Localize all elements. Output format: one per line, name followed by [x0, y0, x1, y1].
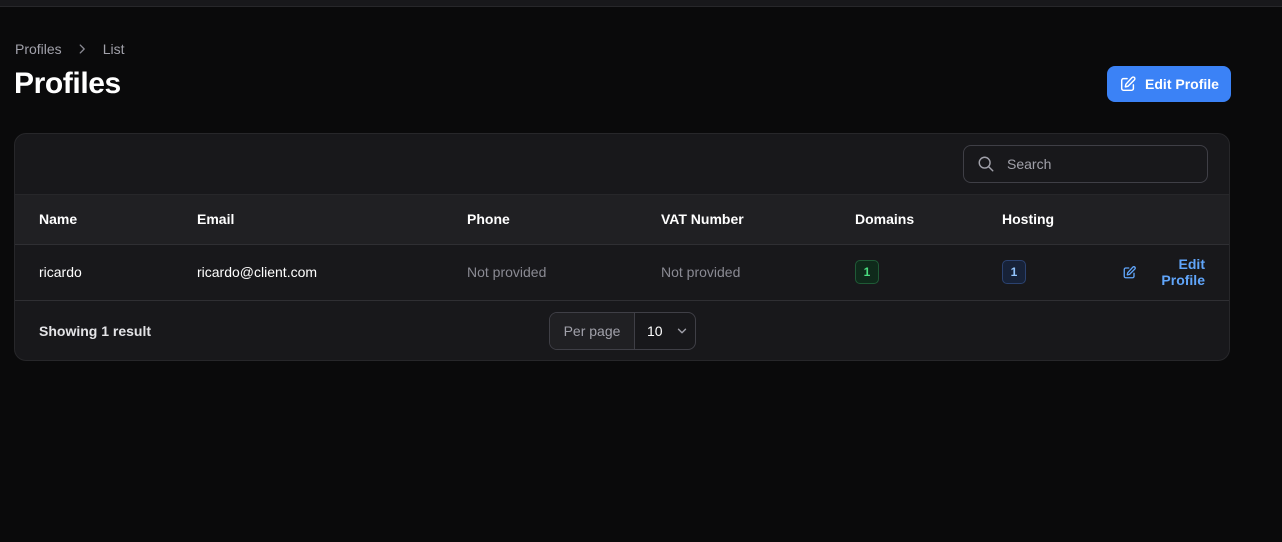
cell-phone: Not provided	[467, 264, 547, 280]
cell-domains: 1	[855, 244, 1002, 300]
table-toolbar	[15, 134, 1229, 195]
search-input[interactable]	[1005, 155, 1199, 173]
chevron-right-icon	[75, 42, 89, 56]
chevron-down-icon	[675, 324, 689, 338]
edit-profile-button-label: Edit Profile	[1145, 76, 1219, 92]
result-count-text: Showing 1 result	[39, 322, 152, 339]
cell-vat-number: Not provided	[661, 264, 741, 280]
profiles-table-card: Name Email Phone VAT Number Domains Host…	[14, 133, 1230, 361]
hosting-count-badge: 1	[1002, 260, 1026, 284]
row-edit-profile-label: Edit Profile	[1161, 256, 1205, 288]
per-page-control[interactable]: Per page 10	[549, 311, 696, 350]
search-icon	[964, 155, 995, 173]
cell-email: ricardo@client.com	[197, 264, 318, 280]
cell-name: ricardo	[39, 264, 82, 280]
table-row[interactable]: ricardo ricardo@client.com Not provided …	[15, 244, 1229, 300]
column-header-hosting[interactable]: Hosting	[1002, 195, 1122, 244]
column-header-actions	[1122, 195, 1229, 244]
domains-count-badge: 1	[855, 260, 879, 284]
cell-actions: Edit Profile	[1122, 244, 1229, 300]
column-header-email[interactable]: Email	[197, 195, 467, 244]
breadcrumb-item-profiles[interactable]: Profiles	[15, 41, 62, 57]
cell-hosting: 1	[1002, 244, 1122, 300]
breadcrumb: Profiles List	[15, 40, 124, 58]
profiles-table: Name Email Phone VAT Number Domains Host…	[15, 195, 1229, 301]
column-header-phone[interactable]: Phone	[467, 195, 661, 244]
row-edit-profile-link[interactable]: Edit Profile	[1122, 256, 1205, 288]
table-header-row: Name Email Phone VAT Number Domains Host…	[15, 195, 1229, 244]
column-header-name[interactable]: Name	[15, 195, 197, 244]
per-page-select[interactable]: 10	[635, 313, 695, 349]
top-bar	[0, 0, 1282, 7]
pencil-square-icon	[1119, 75, 1137, 93]
per-page-label: Per page	[550, 312, 635, 349]
edit-profile-button[interactable]: Edit Profile	[1107, 66, 1231, 102]
breadcrumb-item-list: List	[102, 41, 125, 57]
page-title: Profiles	[14, 67, 121, 100]
search-box[interactable]	[963, 145, 1208, 183]
pencil-square-icon	[1122, 265, 1137, 280]
column-header-vat-number[interactable]: VAT Number	[661, 195, 855, 244]
per-page-value: 10	[647, 322, 663, 339]
column-header-domains[interactable]: Domains	[855, 195, 1002, 244]
table-footer: Showing 1 result Per page 10	[15, 301, 1229, 361]
